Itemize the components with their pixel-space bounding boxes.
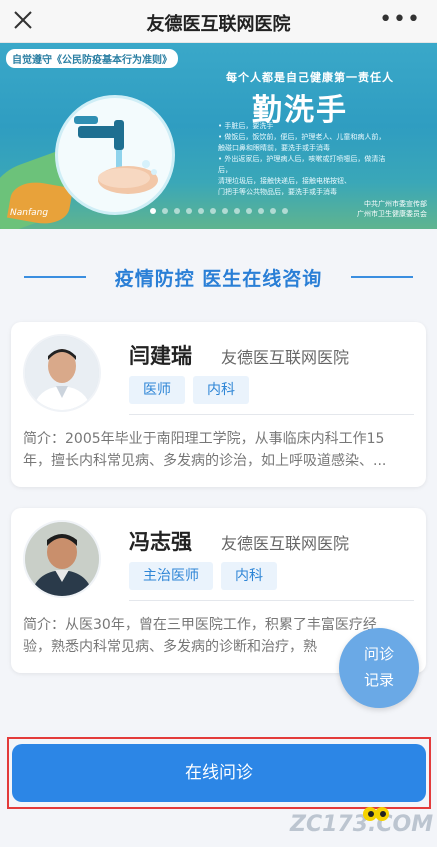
banner-bullet: 触碰口鼻和眼睛前，要洗手或手消毒 bbox=[218, 144, 330, 152]
banner-bullet: 清理垃圾后，接触快递后，接触电梯按钮、 bbox=[218, 177, 351, 185]
intro-line: 简介：2005年毕业于南阳理工学院，从事临床内科工作15 bbox=[23, 431, 385, 447]
carousel-dot[interactable] bbox=[269, 208, 276, 214]
online-consult-button[interactable]: 在线问诊 bbox=[12, 744, 426, 802]
doctor-title-tag: 医师 bbox=[129, 376, 185, 404]
carousel-dot[interactable] bbox=[245, 208, 252, 214]
page-title: 友德医互联网医院 bbox=[146, 14, 291, 35]
doctor-hospital: 友德医互联网医院 bbox=[221, 534, 350, 553]
card-divider bbox=[129, 414, 414, 415]
banner-slogan: 每个人都是自己健康第一责任人 bbox=[226, 71, 394, 84]
carousel-dot[interactable] bbox=[161, 208, 168, 214]
fab-label: 记录 bbox=[363, 671, 394, 689]
doctor-hospital: 友德医互联网医院 bbox=[221, 348, 350, 367]
carousel-dot[interactable] bbox=[281, 208, 288, 214]
card-divider bbox=[129, 600, 414, 601]
carousel-dot[interactable] bbox=[173, 208, 180, 214]
handwash-illustration bbox=[55, 95, 175, 215]
intro-line: 年，擅长内科常见病、多发病的诊治，如上呼吸道感染、... bbox=[23, 453, 387, 469]
section-line bbox=[351, 276, 413, 278]
consultation-record-button[interactable]: 问诊 记录 bbox=[339, 628, 419, 708]
doctor-title-tag: 主治医师 bbox=[129, 562, 213, 590]
doctor-avatar bbox=[23, 520, 101, 598]
doctor-name: 闫建瑞 bbox=[129, 344, 192, 368]
watermark: ZC173.COM bbox=[290, 807, 433, 837]
carousel-dot[interactable] bbox=[149, 208, 156, 214]
banner-bullet: • 手脏后，要洗手 bbox=[218, 122, 274, 130]
more-icon[interactable]: ••• bbox=[379, 9, 421, 31]
doctor-avatar bbox=[23, 334, 101, 412]
intro-line: 简介：从医30年，曾在三甲医院工作，积累了丰富医疗经 bbox=[23, 617, 377, 633]
carousel-dot[interactable] bbox=[209, 208, 216, 214]
banner-tag: 自觉遵守《公民防疫基本行为准则》 bbox=[6, 49, 178, 68]
carousel-dot[interactable] bbox=[221, 208, 228, 214]
carousel-dot[interactable] bbox=[197, 208, 204, 214]
banner-bullet: • 做饭后，饭饮前，便后，护理老人、儿童和病人前， bbox=[218, 133, 386, 141]
banner-bullet: • 外出返家后，护理病人后，咳嗽或打喷嚏后，做清洁后， bbox=[218, 155, 386, 174]
carousel-indicator[interactable] bbox=[0, 208, 437, 214]
top-bar: 友德医互联网医院 ••• bbox=[0, 0, 437, 43]
faucet-icon bbox=[74, 116, 158, 194]
watermark-eyes-icon bbox=[363, 807, 389, 821]
doctor-card[interactable]: 闫建瑞 友德医互联网医院 医师 内科 简介：2005年毕业于南阳理工学院，从事临… bbox=[11, 322, 426, 487]
banner-carousel[interactable]: 自觉遵守《公民防疫基本行为准则》 每个人都是自己健康第一责任人 勤洗手 • 手脏… bbox=[0, 43, 437, 229]
doctor-photo-icon bbox=[25, 336, 99, 410]
doctor-intro: 简介：2005年毕业于南阳理工学院，从事临床内科工作15 年，擅长内科常见病、多… bbox=[23, 428, 414, 472]
carousel-dot[interactable] bbox=[185, 208, 192, 214]
doctor-photo-icon bbox=[25, 522, 99, 596]
carousel-dot[interactable] bbox=[257, 208, 264, 214]
banner-bullet: 门把手等公共物品后，要洗手或手消毒 bbox=[218, 188, 337, 196]
carousel-dot[interactable] bbox=[233, 208, 240, 214]
doctor-department-tag: 内科 bbox=[193, 376, 249, 404]
fab-label: 问诊 bbox=[363, 645, 394, 663]
doctor-name: 冯志强 bbox=[129, 530, 192, 554]
doctor-department-tag: 内科 bbox=[221, 562, 277, 590]
banner-bullets: • 手脏后，要洗手 • 做饭后，饭饮前，便后，护理老人、儿童和病人前， 触碰口鼻… bbox=[218, 121, 388, 198]
